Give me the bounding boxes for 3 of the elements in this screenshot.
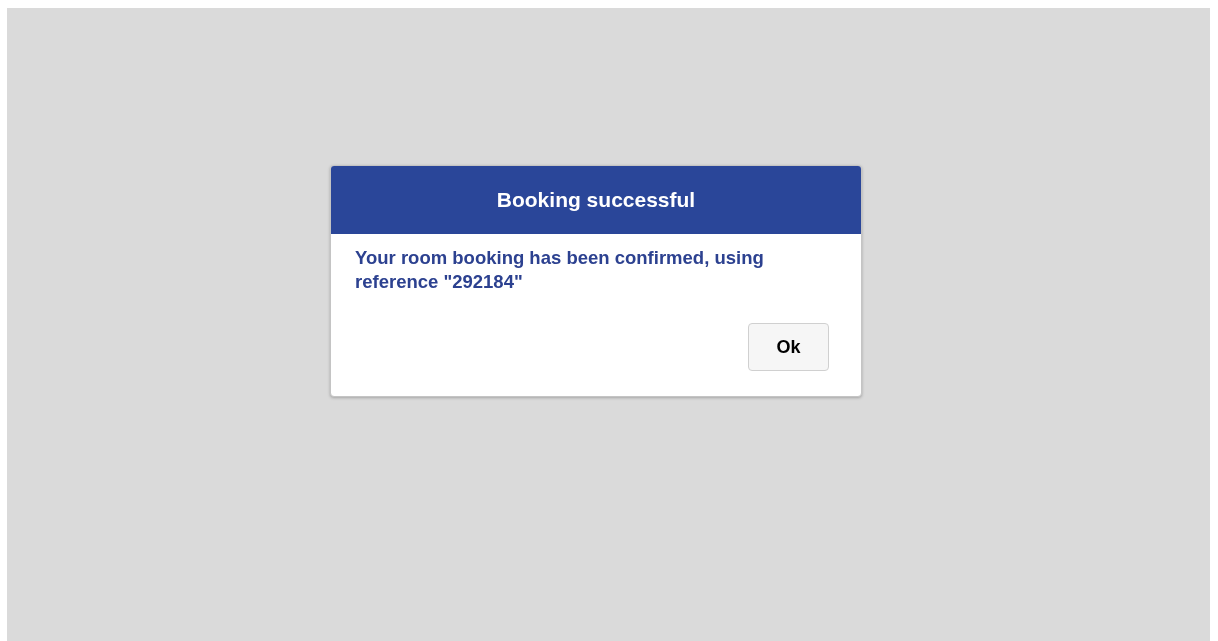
dialog-title: Booking successful <box>496 187 696 214</box>
dialog-message: Your room booking has been confirmed, using reference "292184" <box>354 246 765 294</box>
ok-button[interactable]: Ok <box>748 323 829 371</box>
